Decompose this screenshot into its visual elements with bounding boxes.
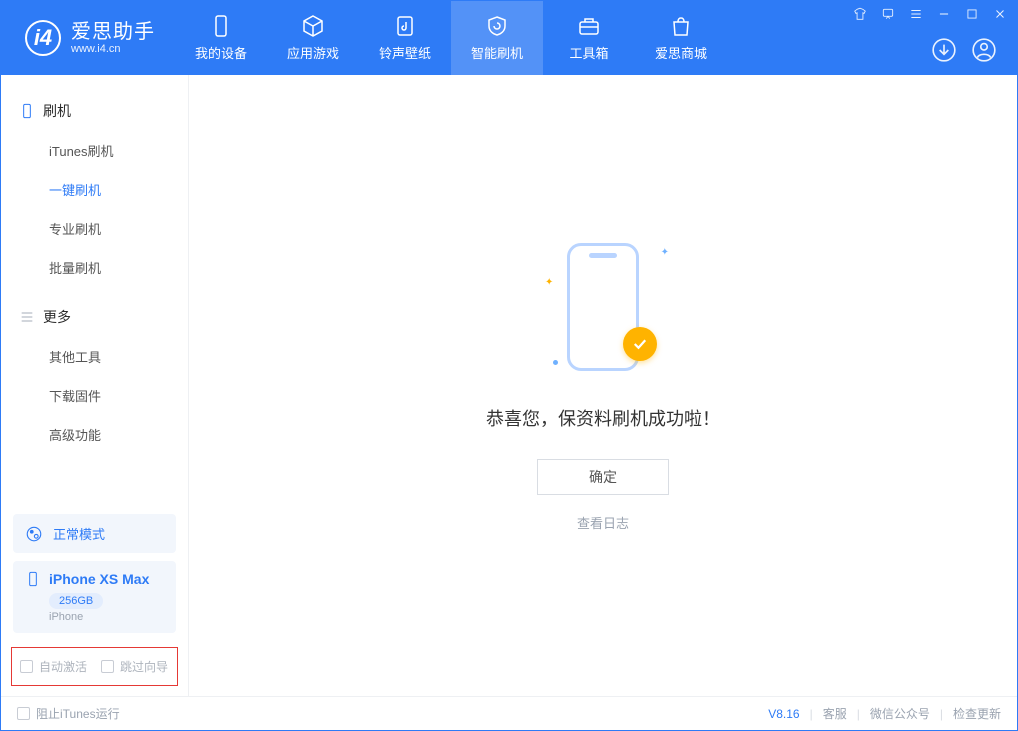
checkbox-label: 自动激活 (39, 658, 87, 675)
ok-button[interactable]: 确定 (537, 459, 669, 495)
footer-link-wechat[interactable]: 微信公众号 (870, 705, 930, 722)
sidebar-scroll: 刷机 iTunes刷机 一键刷机 专业刷机 批量刷机 更多 其他工具 下载固件 … (1, 75, 188, 504)
checkbox-label: 跳过向导 (120, 658, 168, 675)
phone-icon (209, 14, 233, 38)
app-name: 爱思助手 (71, 21, 155, 43)
window-controls (853, 7, 1007, 24)
device-capacity-badge: 256GB (49, 593, 103, 609)
phone-small-icon (25, 571, 41, 587)
checkbox-label: 阻止iTunes运行 (36, 705, 120, 722)
app-domain: www.i4.cn (71, 43, 155, 55)
device-name: iPhone XS Max (49, 571, 149, 587)
feedback-icon[interactable] (881, 7, 895, 24)
checkbox-skip-guide[interactable]: 跳过向导 (101, 658, 168, 675)
music-file-icon (393, 14, 417, 38)
footer-link-support[interactable]: 客服 (823, 705, 847, 722)
nav-label: 爱思商城 (655, 43, 707, 62)
logo-text: 爱思助手 www.i4.cn (71, 21, 155, 55)
nav-label: 铃声壁纸 (379, 43, 431, 62)
nav-label: 智能刷机 (471, 43, 523, 62)
separator: | (810, 707, 813, 721)
checkbox-block-itunes[interactable]: 阻止iTunes运行 (17, 705, 120, 722)
sparkle-icon: ✦ (545, 277, 553, 288)
sidebar-group-more: 更多 (1, 301, 188, 333)
sidebar-items-flash: iTunes刷机 一键刷机 专业刷机 批量刷机 (1, 127, 188, 301)
nav-label: 我的设备 (195, 43, 247, 62)
skin-icon[interactable] (853, 7, 867, 24)
device-mode-card[interactable]: 正常模式 (13, 514, 176, 553)
sidebar-item-pro-flash[interactable]: 专业刷机 (1, 209, 188, 248)
nav-tab-flash[interactable]: 智能刷机 (451, 1, 543, 75)
device-name-row: iPhone XS Max (25, 571, 164, 587)
sparkle-icon: ✦ (661, 247, 669, 258)
device-mode-label: 正常模式 (53, 524, 105, 543)
device-card[interactable]: iPhone XS Max 256GB iPhone (13, 561, 176, 633)
device-icon (19, 103, 35, 119)
sidebar: 刷机 iTunes刷机 一键刷机 专业刷机 批量刷机 更多 其他工具 下载固件 … (1, 75, 189, 696)
sidebar-item-itunes-flash[interactable]: iTunes刷机 (1, 131, 188, 170)
sidebar-item-download-firmware[interactable]: 下载固件 (1, 376, 188, 415)
sidebar-items-more: 其他工具 下载固件 高级功能 (1, 333, 188, 468)
sidebar-item-oneclick-flash[interactable]: 一键刷机 (1, 170, 188, 209)
nav-label: 工具箱 (569, 43, 608, 62)
nav-tab-ringtones[interactable]: 铃声壁纸 (359, 1, 451, 75)
sidebar-group-title: 刷机 (43, 101, 71, 121)
dot-icon (553, 360, 558, 365)
checkbox-icon (101, 660, 114, 673)
nav-tab-apps[interactable]: 应用游戏 (267, 1, 359, 75)
nav-tab-my-device[interactable]: 我的设备 (175, 1, 267, 75)
nav-label: 应用游戏 (287, 43, 339, 62)
sidebar-item-batch-flash[interactable]: 批量刷机 (1, 248, 188, 287)
app-footer: 阻止iTunes运行 V8.16 | 客服 | 微信公众号 | 检查更新 (1, 696, 1017, 730)
minimize-icon[interactable] (937, 7, 951, 24)
app-logo: i4 爱思助手 www.i4.cn (1, 20, 175, 56)
logo-icon: i4 (25, 20, 61, 56)
refresh-shield-icon (485, 14, 509, 38)
success-illustration: ✦ ✦ (543, 239, 663, 379)
sidebar-device-area: 正常模式 iPhone XS Max 256GB iPhone (1, 504, 188, 639)
nav-tab-store[interactable]: 爱思商城 (635, 1, 727, 75)
close-icon[interactable] (993, 7, 1007, 24)
top-nav: 我的设备 应用游戏 铃声壁纸 智能刷机 工具箱 爱思商城 (175, 1, 727, 75)
maximize-icon[interactable] (965, 7, 979, 24)
success-message: 恭喜您，保资料刷机成功啦！ (486, 405, 720, 431)
sidebar-item-other-tools[interactable]: 其他工具 (1, 337, 188, 376)
list-icon (19, 309, 35, 325)
app-body: 刷机 iTunes刷机 一键刷机 专业刷机 批量刷机 更多 其他工具 下载固件 … (1, 75, 1017, 696)
check-badge-icon (623, 327, 657, 361)
footer-link-update[interactable]: 检查更新 (953, 705, 1001, 722)
toolbox-icon (577, 14, 601, 38)
download-icon[interactable] (931, 37, 957, 63)
main-content: ✦ ✦ 恭喜您，保资料刷机成功啦！ 确定 查看日志 (189, 75, 1017, 696)
version-label: V8.16 (768, 707, 799, 721)
nav-tab-toolbox[interactable]: 工具箱 (543, 1, 635, 75)
app-header: i4 爱思助手 www.i4.cn 我的设备 应用游戏 铃声壁纸 智能刷机 工具… (1, 1, 1017, 75)
cube-icon (301, 14, 325, 38)
menu-icon[interactable] (909, 7, 923, 24)
bag-icon (669, 14, 693, 38)
checkbox-icon (17, 707, 30, 720)
view-log-link[interactable]: 查看日志 (577, 513, 629, 532)
checkbox-icon (20, 660, 33, 673)
separator: | (940, 707, 943, 721)
sidebar-group-title: 更多 (43, 307, 71, 327)
separator: | (857, 707, 860, 721)
account-icon[interactable] (971, 37, 997, 63)
device-type: iPhone (49, 611, 164, 623)
options-highlight-box: 自动激活 跳过向导 (11, 647, 178, 686)
header-actions (931, 37, 997, 63)
sidebar-group-flash: 刷机 (1, 95, 188, 127)
mode-icon (25, 525, 43, 543)
footer-right: V8.16 | 客服 | 微信公众号 | 检查更新 (768, 705, 1001, 722)
sidebar-item-advanced[interactable]: 高级功能 (1, 415, 188, 454)
checkbox-auto-activate[interactable]: 自动激活 (20, 658, 87, 675)
